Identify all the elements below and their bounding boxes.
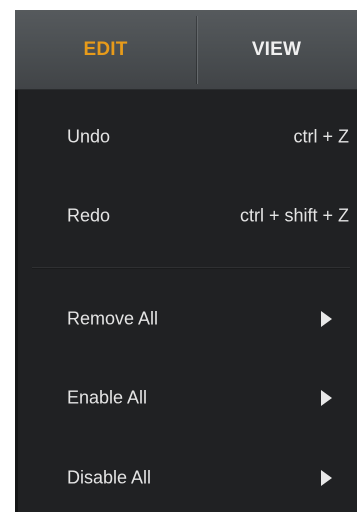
menu-item-shortcut: ctrl + Z: [293, 126, 349, 147]
edit-dropdown-menu: Undo ctrl + Z Redo ctrl + shift + Z Remo…: [15, 90, 357, 512]
menu-item-redo[interactable]: Redo ctrl + shift + Z: [18, 186, 357, 246]
menu-item-enable-all[interactable]: Enable All: [18, 368, 357, 428]
menu-item-shortcut: ctrl + shift + Z: [239, 205, 349, 226]
menu-item-label: Remove All: [67, 308, 159, 329]
tab-edit[interactable]: EDIT: [15, 10, 196, 90]
menu-item-remove-all[interactable]: Remove All: [18, 289, 357, 349]
menu-item-label: Redo: [67, 205, 111, 226]
menu-item-undo[interactable]: Undo ctrl + Z: [18, 107, 357, 167]
menu-item-label: Enable All: [67, 387, 148, 408]
submenu-arrow-icon: [321, 470, 332, 486]
tab-view[interactable]: VIEW: [196, 10, 357, 90]
submenu-arrow-icon: [321, 390, 332, 406]
menu-item-label: Undo: [67, 126, 111, 147]
app-frame: EDIT VIEW Undo ctrl + Z Redo ctrl + shif…: [0, 0, 357, 512]
menu-bar: EDIT VIEW: [15, 10, 357, 90]
menu-item-disable-all[interactable]: Disable All: [18, 448, 357, 508]
submenu-arrow-icon: [321, 311, 332, 327]
menu-item-label: Disable All: [67, 467, 152, 488]
menu-separator: [32, 267, 350, 269]
